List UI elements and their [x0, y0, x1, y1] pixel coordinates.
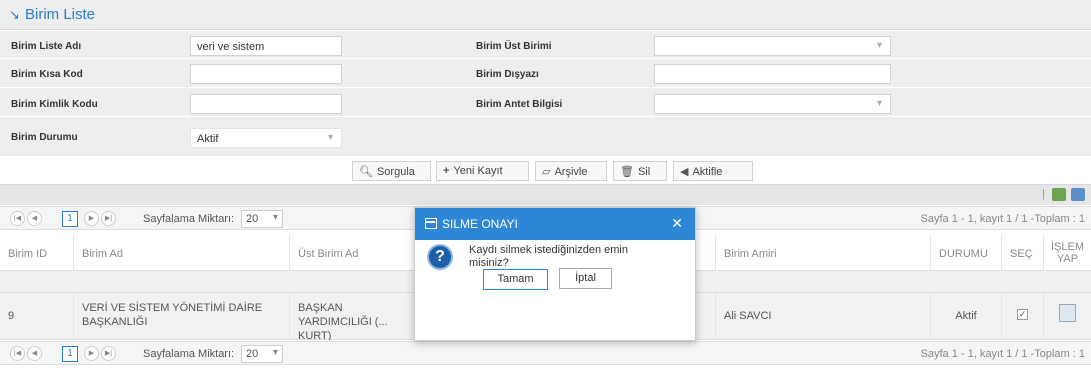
next-page-icon[interactable]: ▶	[84, 346, 99, 361]
panel-header: ↘ Birim Liste	[0, 0, 1091, 30]
collapse-arrow-icon[interactable]: ↘	[9, 7, 20, 23]
first-page-icon[interactable]: |◀	[10, 346, 25, 361]
yeni-kayit-button[interactable]: + Yeni Kayıt	[436, 161, 529, 181]
search-form: Birim Liste Adı veri ve sistem Birim Üst…	[0, 31, 1091, 156]
ust-birimi-label: Birim Üst Birimi	[476, 41, 552, 52]
prev-page-icon[interactable]: ◀	[27, 211, 42, 226]
cell-ust: BAŞKAN YARDIMCILIĞI (... KURT)	[289, 293, 419, 340]
arrow-left-icon: ◀	[680, 166, 689, 178]
kisa-kod-input[interactable]	[190, 64, 342, 84]
current-page[interactable]: 1	[62, 346, 78, 362]
excel-export-icon[interactable]	[1052, 188, 1066, 201]
toolbar: 🔍︎ Sorgula + Yeni Kayıt ▱ Arşivle 🗑︎ Sil ◀ Ak…	[0, 156, 1091, 184]
iptal-button[interactable]: İptal	[559, 268, 612, 289]
first-page-icon[interactable]: |◀	[10, 211, 25, 226]
cell-durum: Aktif	[930, 293, 1001, 340]
next-page-icon[interactable]: ▶	[84, 211, 99, 226]
arsivle-label: Arşivle	[554, 166, 588, 178]
dialog-header: SILME ONAYI ✕	[415, 208, 695, 240]
page-size-label: Sayfalama Miktarı:	[143, 348, 235, 360]
cell-islem	[1043, 293, 1091, 340]
page-size-select[interactable]: 20	[241, 345, 283, 363]
form-row-4: Birim Durumu Aktif	[0, 126, 1091, 154]
kimlik-kodu-label: Birim Kimlik Kodu	[11, 99, 98, 110]
aktifle-button[interactable]: ◀ Aktifle	[673, 161, 753, 181]
col-birim-ad[interactable]: Birim Ad	[73, 235, 289, 271]
question-icon: ?	[427, 244, 453, 270]
last-page-icon[interactable]: ▶|	[101, 346, 116, 361]
pager-info: Sayfa 1 - 1, kayıt 1 / 1 -Toplam : 1	[920, 213, 1085, 225]
grid-toolbar: |	[0, 184, 1091, 205]
antet-label: Birim Antet Bilgisi	[476, 99, 563, 110]
durumu-select[interactable]: Aktif	[190, 128, 342, 148]
pager-bottom: |◀ ◀ 1 ▶ ▶| Sayfalama Miktarı: 20 Sayfa …	[0, 341, 1091, 365]
export-icon[interactable]	[1071, 188, 1085, 201]
col-birim-id[interactable]: Birim ID	[0, 235, 73, 271]
pager-info: Sayfa 1 - 1, kayıt 1 / 1 -Toplam : 1	[920, 348, 1085, 360]
delete-confirm-dialog: SILME ONAYI ✕ ? Kaydı silmek istediğiniz…	[414, 207, 696, 341]
select-checkbox[interactable]: ✓	[1017, 309, 1028, 320]
tamam-button[interactable]: Tamam	[483, 269, 548, 290]
cell-ad: VERİ VE SİSTEM YÖNETİMİ DAİRE BAŞKANLIĞI	[73, 293, 289, 340]
cell-id: 9	[8, 310, 15, 322]
col-islem-yap[interactable]: İŞLEM YAP	[1043, 235, 1091, 271]
disyazi-label: Birim Dışyazı	[476, 69, 539, 80]
form-row-2: Birim Kısa Kod Birim Dışyazı	[0, 60, 1091, 88]
aktifle-label: Aktifle	[692, 166, 723, 178]
current-page[interactable]: 1	[62, 211, 78, 227]
document-edit-icon[interactable]	[1059, 304, 1076, 322]
durumu-label: Birim Durumu	[11, 132, 78, 143]
search-icon: 🔍︎	[359, 166, 373, 178]
close-icon[interactable]: ✕	[671, 215, 683, 232]
ust-birimi-select[interactable]	[654, 36, 891, 56]
folder-icon: ▱	[542, 166, 551, 178]
form-row-1: Birim Liste Adı veri ve sistem Birim Üst…	[0, 31, 1091, 59]
sorgula-label: Sorgula	[376, 166, 415, 178]
cell-amir: Ali SAVCI	[715, 293, 930, 340]
col-durumu[interactable]: DURUMU	[930, 235, 1001, 271]
arsivle-button[interactable]: ▱ Arşivle	[535, 161, 607, 181]
antet-select[interactable]	[654, 94, 891, 114]
panel-title: Birim Liste	[25, 6, 96, 23]
yeni-kayit-label: Yeni Kayıt	[453, 165, 503, 177]
form-row-3: Birim Kimlik Kodu Birim Antet Bilgisi	[0, 89, 1091, 117]
sorgula-button[interactable]: 🔍︎ Sorgula	[352, 161, 431, 181]
plus-icon: +	[443, 165, 450, 177]
prev-page-icon[interactable]: ◀	[27, 346, 42, 361]
kisa-kod-label: Birim Kısa Kod	[11, 69, 83, 80]
liste-adi-label: Birim Liste Adı	[11, 41, 82, 52]
page-size-label: Sayfalama Miktarı:	[143, 213, 235, 225]
col-birim-amiri[interactable]: Birim Amiri	[715, 235, 930, 271]
disyazi-input[interactable]	[654, 64, 891, 84]
col-sec[interactable]: SEÇ	[1001, 235, 1043, 271]
dialog-message: Kaydı silmek istediğinizden emin misiniz…	[469, 244, 628, 269]
window-icon	[425, 218, 437, 229]
cell-sec: ✓	[1001, 293, 1043, 340]
separator: |	[1042, 188, 1045, 200]
dialog-title: SILME ONAYI	[442, 217, 518, 231]
sil-label: Sil	[637, 166, 651, 178]
trash-icon: 🗑︎	[620, 166, 634, 178]
last-page-icon[interactable]: ▶|	[101, 211, 116, 226]
page-size-select[interactable]: 20	[241, 210, 283, 228]
liste-adi-input[interactable]: veri ve sistem	[190, 36, 342, 56]
kimlik-kodu-input[interactable]	[190, 94, 342, 114]
sil-button[interactable]: 🗑︎ Sil	[613, 161, 667, 181]
